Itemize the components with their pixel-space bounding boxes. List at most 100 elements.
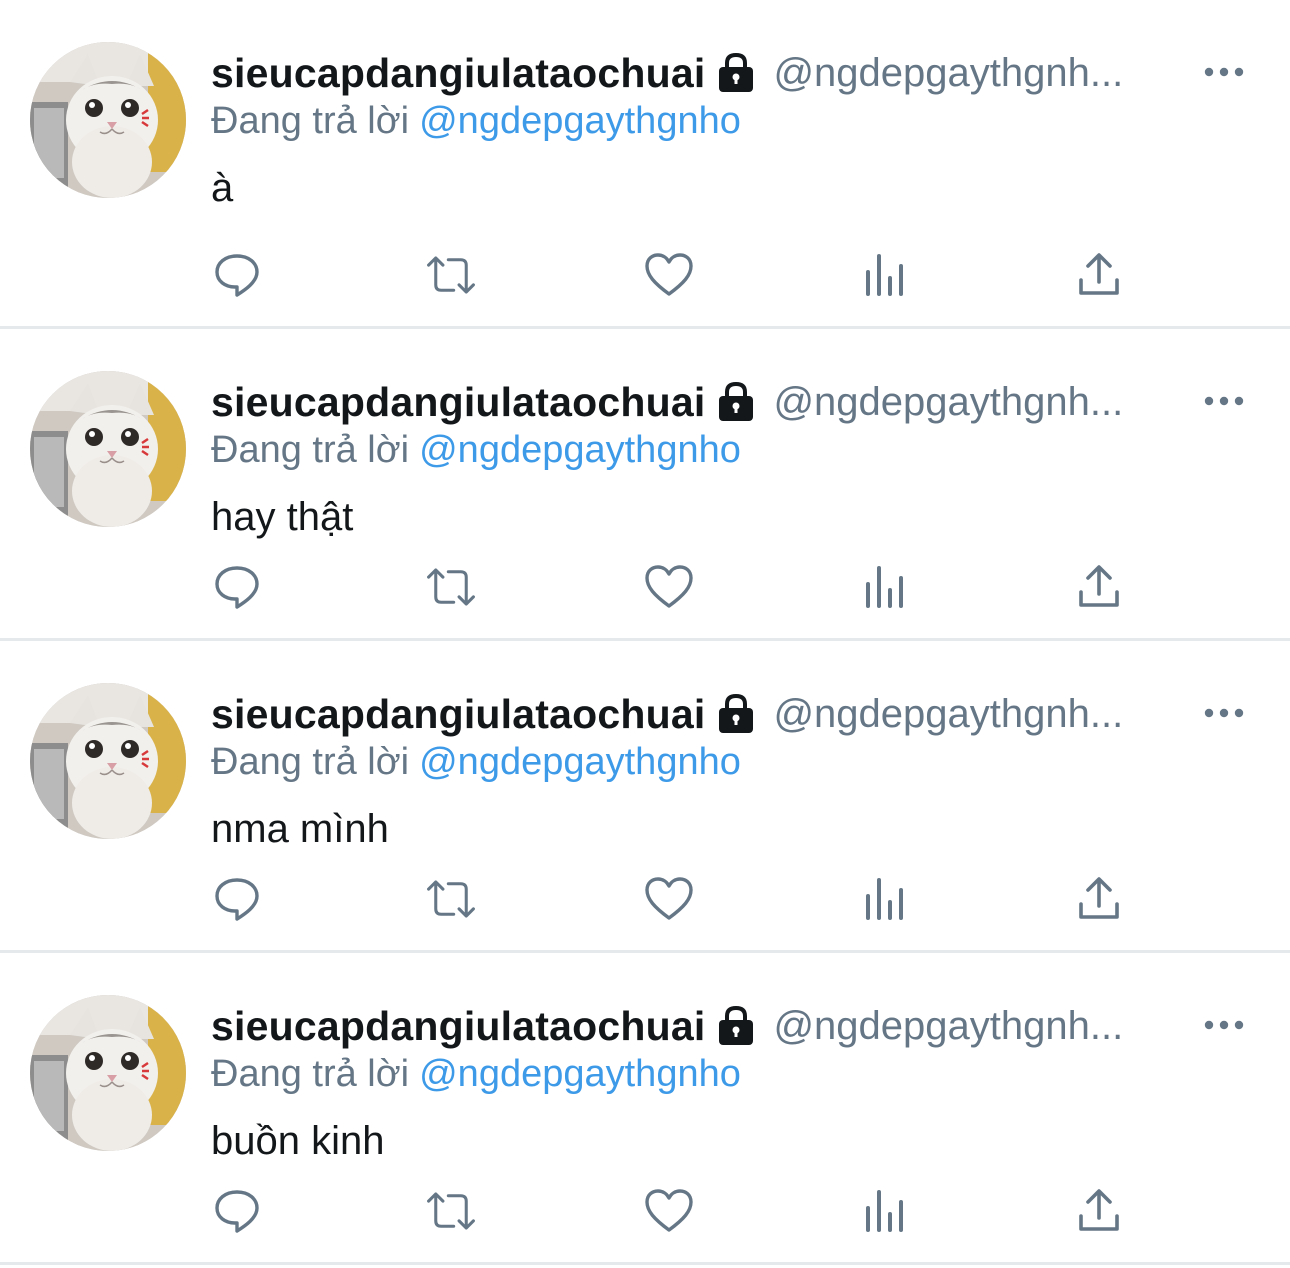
- reply-icon: [215, 878, 259, 921]
- tweet-content: sieucapdangiulataochuai @ngdepgaythgnh..…: [211, 377, 1250, 545]
- reply-prefix: Đang trả lời: [211, 100, 410, 142]
- tweet-content: sieucapdangiulataochuai @ngdepgaythgnh..…: [211, 48, 1250, 216]
- retweet-icon: [427, 256, 475, 294]
- replying-to: Đang trả lời @ngdepgaythgnho: [211, 100, 1250, 146]
- heart-icon: [645, 253, 693, 296]
- more-options-button[interactable]: [1198, 1007, 1250, 1043]
- heart-icon: [645, 877, 693, 920]
- tweet-actions: [211, 562, 1290, 612]
- tweet[interactable]: sieucapdangiulataochuai @ngdepgaythgnh..…: [0, 641, 1290, 953]
- avatar[interactable]: [30, 995, 186, 1151]
- analytics-button[interactable]: [859, 250, 911, 300]
- more-horizontal-icon: [1204, 396, 1244, 406]
- user-handle[interactable]: @ngdepgaythgnh...: [773, 1004, 1123, 1049]
- display-name[interactable]: sieucapdangiulataochuai: [211, 379, 705, 426]
- more-horizontal-icon: [1204, 708, 1244, 718]
- analytics-button[interactable]: [859, 562, 911, 612]
- more-options-button[interactable]: [1198, 695, 1250, 731]
- tweet[interactable]: sieucapdangiulataochuai @ngdepgaythgnh..…: [0, 953, 1290, 1265]
- cat-avatar-image: [30, 683, 186, 839]
- share-icon: [1079, 253, 1119, 295]
- like-button[interactable]: [643, 1186, 695, 1236]
- retweet-button[interactable]: [425, 874, 477, 924]
- avatar[interactable]: [30, 683, 186, 839]
- share-icon: [1079, 565, 1119, 607]
- display-name[interactable]: sieucapdangiulataochuai: [211, 691, 705, 738]
- display-name[interactable]: sieucapdangiulataochuai: [211, 50, 705, 97]
- reply-icon: [215, 1190, 259, 1233]
- reply-mention-link[interactable]: @ngdepgaythgnho: [419, 741, 741, 783]
- lock-icon: [715, 1005, 757, 1047]
- share-button[interactable]: [1073, 874, 1125, 924]
- reply-prefix: Đang trả lời: [211, 429, 410, 471]
- more-options-button[interactable]: [1198, 54, 1250, 90]
- heart-icon: [645, 1189, 693, 1232]
- tweet-header: sieucapdangiulataochuai @ngdepgaythgnh..…: [211, 377, 1250, 427]
- reply-prefix: Đang trả lời: [211, 741, 410, 783]
- tweet[interactable]: sieucapdangiulataochuai @ngdepgaythgnh..…: [0, 0, 1290, 329]
- reply-prefix: Đang trả lời: [211, 1053, 410, 1095]
- more-horizontal-icon: [1204, 67, 1244, 77]
- reply-icon: [215, 566, 259, 609]
- tweet-feed: sieucapdangiulataochuai @ngdepgaythgnh..…: [0, 0, 1290, 1268]
- tweet-text: buồn kinh: [211, 1119, 385, 1163]
- tweet-header: sieucapdangiulataochuai @ngdepgaythgnh..…: [211, 1001, 1250, 1051]
- reply-button[interactable]: [211, 250, 263, 300]
- lock-icon: [715, 381, 757, 423]
- retweet-button[interactable]: [425, 1186, 477, 1236]
- reply-mention-link[interactable]: @ngdepgaythgnho: [419, 1053, 741, 1095]
- retweet-button[interactable]: [425, 250, 477, 300]
- avatar[interactable]: [30, 42, 186, 198]
- lock-icon: [715, 693, 757, 735]
- more-options-button[interactable]: [1198, 383, 1250, 419]
- share-icon: [1079, 1189, 1119, 1231]
- tweet-content: sieucapdangiulataochuai @ngdepgaythgnh..…: [211, 1001, 1250, 1169]
- share-button[interactable]: [1073, 562, 1125, 612]
- share-button[interactable]: [1073, 1186, 1125, 1236]
- lock-icon: [715, 52, 757, 94]
- analytics-icon: [866, 566, 903, 608]
- replying-to: Đang trả lời @ngdepgaythgnho: [211, 741, 1250, 787]
- user-handle[interactable]: @ngdepgaythgnh...: [773, 692, 1123, 737]
- reply-button[interactable]: [211, 874, 263, 924]
- reply-button[interactable]: [211, 562, 263, 612]
- tweet-header: sieucapdangiulataochuai @ngdepgaythgnh..…: [211, 48, 1250, 98]
- reply-mention-link[interactable]: @ngdepgaythgnho: [419, 100, 741, 142]
- cat-avatar-image: [30, 371, 186, 527]
- retweet-button[interactable]: [425, 562, 477, 612]
- replying-to: Đang trả lời @ngdepgaythgnho: [211, 429, 1250, 475]
- analytics-button[interactable]: [859, 1186, 911, 1236]
- more-horizontal-icon: [1204, 1020, 1244, 1030]
- tweet-actions: [211, 250, 1290, 300]
- tweet-content: sieucapdangiulataochuai @ngdepgaythgnh..…: [211, 689, 1250, 857]
- user-handle[interactable]: @ngdepgaythgnh...: [773, 51, 1123, 96]
- tweet-actions: [211, 874, 1290, 924]
- retweet-icon: [427, 1192, 475, 1230]
- like-button[interactable]: [643, 250, 695, 300]
- like-button[interactable]: [643, 562, 695, 612]
- tweet-header: sieucapdangiulataochuai @ngdepgaythgnh..…: [211, 689, 1250, 739]
- replying-to: Đang trả lời @ngdepgaythgnho: [211, 1053, 1250, 1099]
- cat-avatar-image: [30, 995, 186, 1151]
- tweet-text: à: [211, 166, 234, 210]
- avatar[interactable]: [30, 371, 186, 527]
- analytics-icon: [866, 1190, 903, 1232]
- share-button[interactable]: [1073, 250, 1125, 300]
- tweet-actions: [211, 1186, 1290, 1236]
- tweet-text: hay thật: [211, 495, 354, 539]
- user-handle[interactable]: @ngdepgaythgnh...: [773, 380, 1123, 425]
- like-button[interactable]: [643, 874, 695, 924]
- reply-icon: [215, 254, 259, 297]
- analytics-icon: [866, 254, 903, 296]
- retweet-icon: [427, 568, 475, 606]
- tweet[interactable]: sieucapdangiulataochuai @ngdepgaythgnh..…: [0, 329, 1290, 641]
- share-icon: [1079, 877, 1119, 919]
- cat-avatar-image: [30, 42, 186, 198]
- tweet-text: nma mình: [211, 807, 389, 851]
- analytics-icon: [866, 878, 903, 920]
- reply-mention-link[interactable]: @ngdepgaythgnho: [419, 429, 741, 471]
- heart-icon: [645, 565, 693, 608]
- analytics-button[interactable]: [859, 874, 911, 924]
- reply-button[interactable]: [211, 1186, 263, 1236]
- display-name[interactable]: sieucapdangiulataochuai: [211, 1003, 705, 1050]
